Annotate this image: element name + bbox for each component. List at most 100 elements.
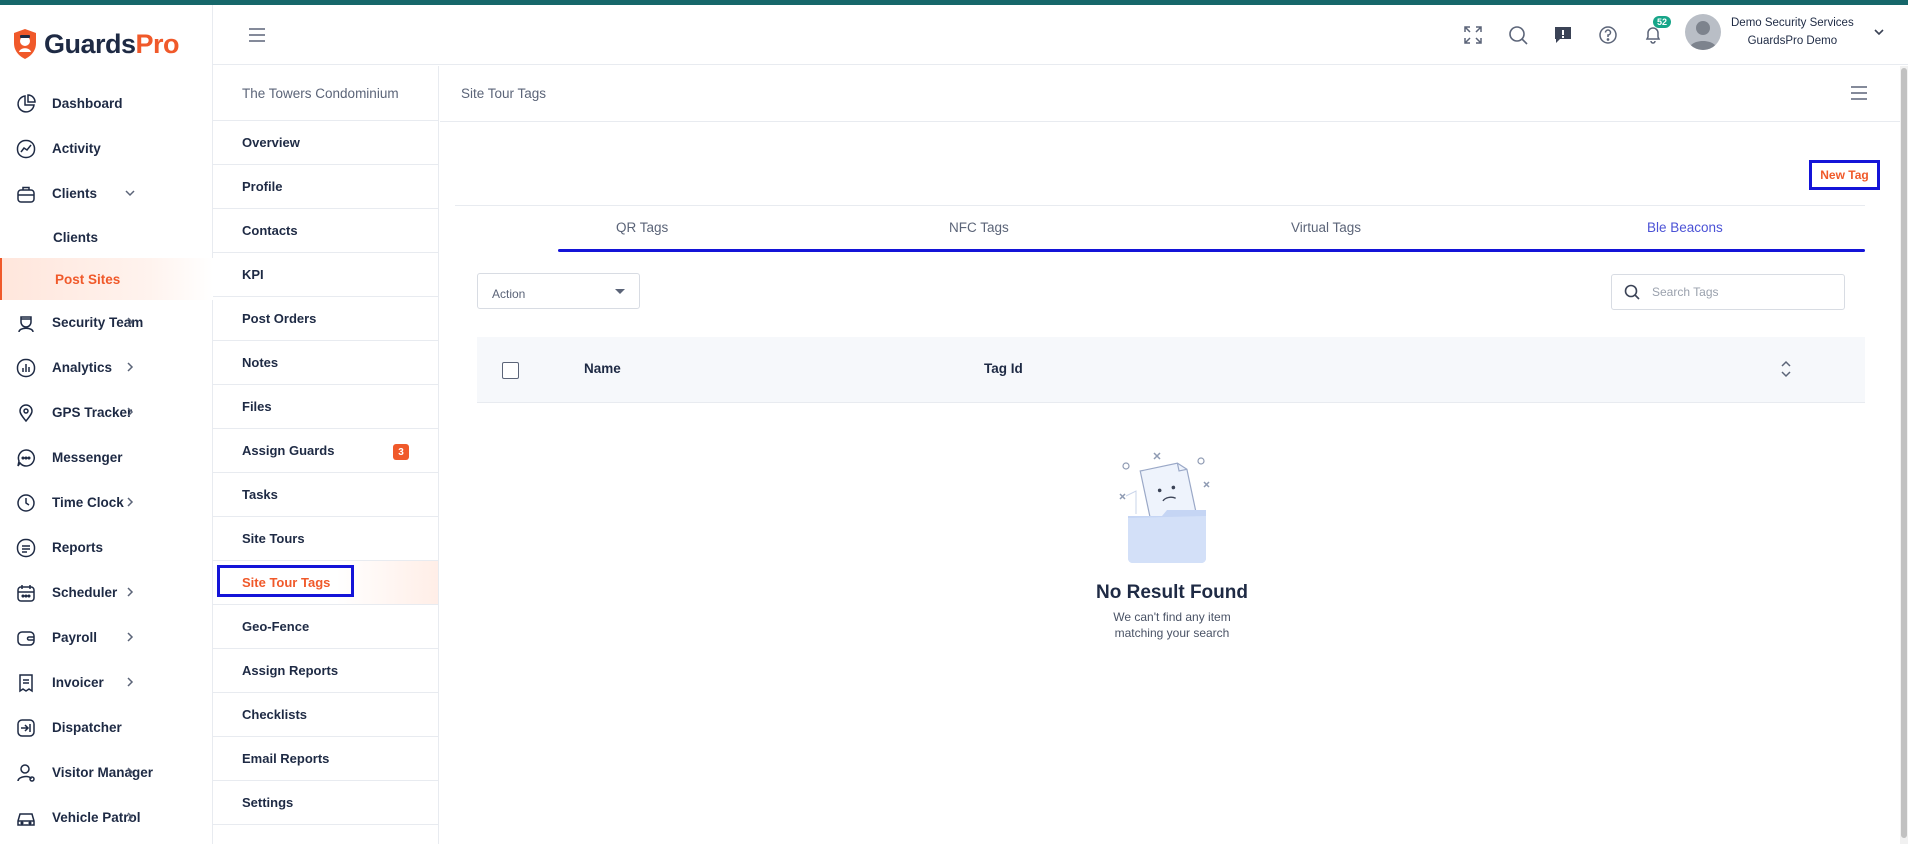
sidebar-item-clients-list[interactable]: Clients [0,216,213,258]
subnav-item-assign-guards[interactable]: Assign Guards 3 [213,429,438,473]
count-badge: 3 [393,444,409,460]
subnav-item-profile[interactable]: Profile [213,165,438,209]
subnav-item-label: Assign Guards [242,443,335,458]
sidebar-item-analytics[interactable]: Analytics [0,345,213,390]
subnav-item-settings[interactable]: Settings [213,781,438,825]
notifications-button[interactable]: 52 [1638,16,1671,49]
options-menu-icon[interactable] [1850,86,1868,100]
logo[interactable]: GuardsPro [12,27,180,61]
tab-nfc-tags[interactable]: NFC Tags [949,220,1009,235]
calendar-icon [14,581,38,605]
shield-logo-icon [14,29,36,59]
sidebar-item-label: Post Sites [55,271,121,287]
chevron-right-icon [127,677,134,687]
subnav-item-geo-fence[interactable]: Geo-Fence [213,605,438,649]
subnav-item-post-orders[interactable]: Post Orders [213,297,438,341]
help-icon [1598,25,1617,44]
post-site-subnav: The Towers Condominium Overview Profile … [213,66,439,844]
clients-icon [14,182,38,206]
tab-qr-tags[interactable]: QR Tags [616,220,668,235]
subnav-item-kpi[interactable]: KPI [213,253,438,297]
search-button[interactable] [1503,20,1532,49]
tag-type-tabs: QR Tags NFC Tags Virtual Tags Ble Beacon… [455,205,1865,245]
tabs-highlight-underline [558,249,1865,252]
sidebar-item-reports[interactable]: Reports [0,525,213,570]
sort-icon[interactable] [1779,358,1793,380]
sidebar-item-post-sites[interactable]: Post Sites [0,258,213,300]
subnav-item-assign-reports[interactable]: Assign Reports [213,649,438,693]
logo-text: GuardsPro [44,28,180,59]
sidebar-item-time-clock[interactable]: Time Clock [0,480,213,525]
sidebar-item-label: Dispatcher [52,720,122,735]
caret-down-icon [615,289,625,294]
sidebar-item-dispatcher[interactable]: Dispatcher [0,705,213,750]
chevron-right-icon [127,767,134,777]
sidebar-item-label: Analytics [52,360,113,375]
feedback-button[interactable] [1548,20,1577,49]
search-input[interactable] [1652,285,1832,299]
content-header: Site Tour Tags [440,66,1908,122]
gps-icon [14,401,38,425]
messenger-icon [14,446,38,470]
tab-virtual-tags[interactable]: Virtual Tags [1291,220,1361,235]
subnav-item-site-tours[interactable]: Site Tours [213,517,438,561]
sidebar-item-gps-tracker[interactable]: GPS Tracker [0,390,213,435]
chevron-right-icon [127,362,134,372]
sidebar-item-messenger[interactable]: Messenger [0,435,213,480]
new-tag-button[interactable]: New Tag [1809,160,1880,190]
subnav-item-notes[interactable]: Notes [213,341,438,385]
search-icon [1508,25,1528,45]
notification-badge: 52 [1652,16,1671,28]
sidebar-item-security-team[interactable]: Security Team [0,300,213,345]
visitor-icon [14,761,38,785]
user-menu[interactable]: Demo Security Services GuardsPro Demo [1685,14,1886,50]
subnav-item-email-reports[interactable]: Email Reports [213,737,438,781]
select-all-checkbox[interactable] [502,362,519,379]
empty-title: No Result Found [1096,582,1248,603]
tab-ble-beacons[interactable]: Ble Beacons [1647,220,1723,235]
post-site-title: The Towers Condominium [213,66,438,121]
activity-icon [14,137,38,161]
table-header: Name Tag Id [477,337,1865,403]
subnav-item-files[interactable]: Files [213,385,438,429]
scrollbar-thumb[interactable] [1901,68,1907,838]
subnav-item-contacts[interactable]: Contacts [213,209,438,253]
sidebar-item-label: Reports [52,540,104,555]
expand-icon [1463,25,1482,44]
chevron-right-icon [127,317,134,327]
search-icon [1624,284,1640,300]
menu-toggle-icon[interactable] [247,27,267,43]
fullscreen-button[interactable] [1458,20,1487,49]
empty-subtitle: We can't find any item matching your sea… [440,609,1904,641]
help-button[interactable] [1593,20,1622,49]
action-dropdown[interactable]: Action [477,273,640,309]
security-team-icon [14,311,38,335]
sidebar-item-invoicer[interactable]: Invoicer [0,660,213,705]
page-title: Site Tour Tags [461,86,547,101]
reports-icon [14,536,38,560]
column-header-tag-id[interactable]: Tag Id [984,361,1023,376]
sidebar-item-label: Dashboard [52,96,123,111]
sidebar-item-activity[interactable]: Activity [0,126,213,171]
subnav-item-checklists[interactable]: Checklists [213,693,438,737]
invoice-icon [14,671,38,695]
chevron-right-icon [127,407,134,417]
sidebar-item-vehicle-patrol[interactable]: Vehicle Patrol [0,795,213,840]
column-header-name[interactable]: Name [584,361,621,376]
chevron-right-icon [127,632,134,642]
sidebar-item-scheduler[interactable]: Scheduler [0,570,213,615]
page-scrollbar[interactable] [1900,66,1908,844]
sidebar-item-clients[interactable]: Clients [0,171,213,216]
sidebar-item-label: GPS Tracker [52,405,133,420]
search-box [1611,274,1845,310]
sidebar-item-dashboard[interactable]: Dashboard [0,81,213,126]
sidebar-item-label: Time Clock [52,495,124,510]
sidebar-item-payroll[interactable]: Payroll [0,615,213,660]
empty-subtitle-line: We can't find any item [1113,610,1231,624]
user-silhouette-icon [1689,21,1717,50]
sidebar-item-label: Messenger [52,450,123,465]
subnav-item-overview[interactable]: Overview [213,121,438,165]
subnav-item-tasks[interactable]: Tasks [213,473,438,517]
dispatch-icon [14,716,38,740]
sidebar-item-visitor-manager[interactable]: Visitor Manager [0,750,213,795]
